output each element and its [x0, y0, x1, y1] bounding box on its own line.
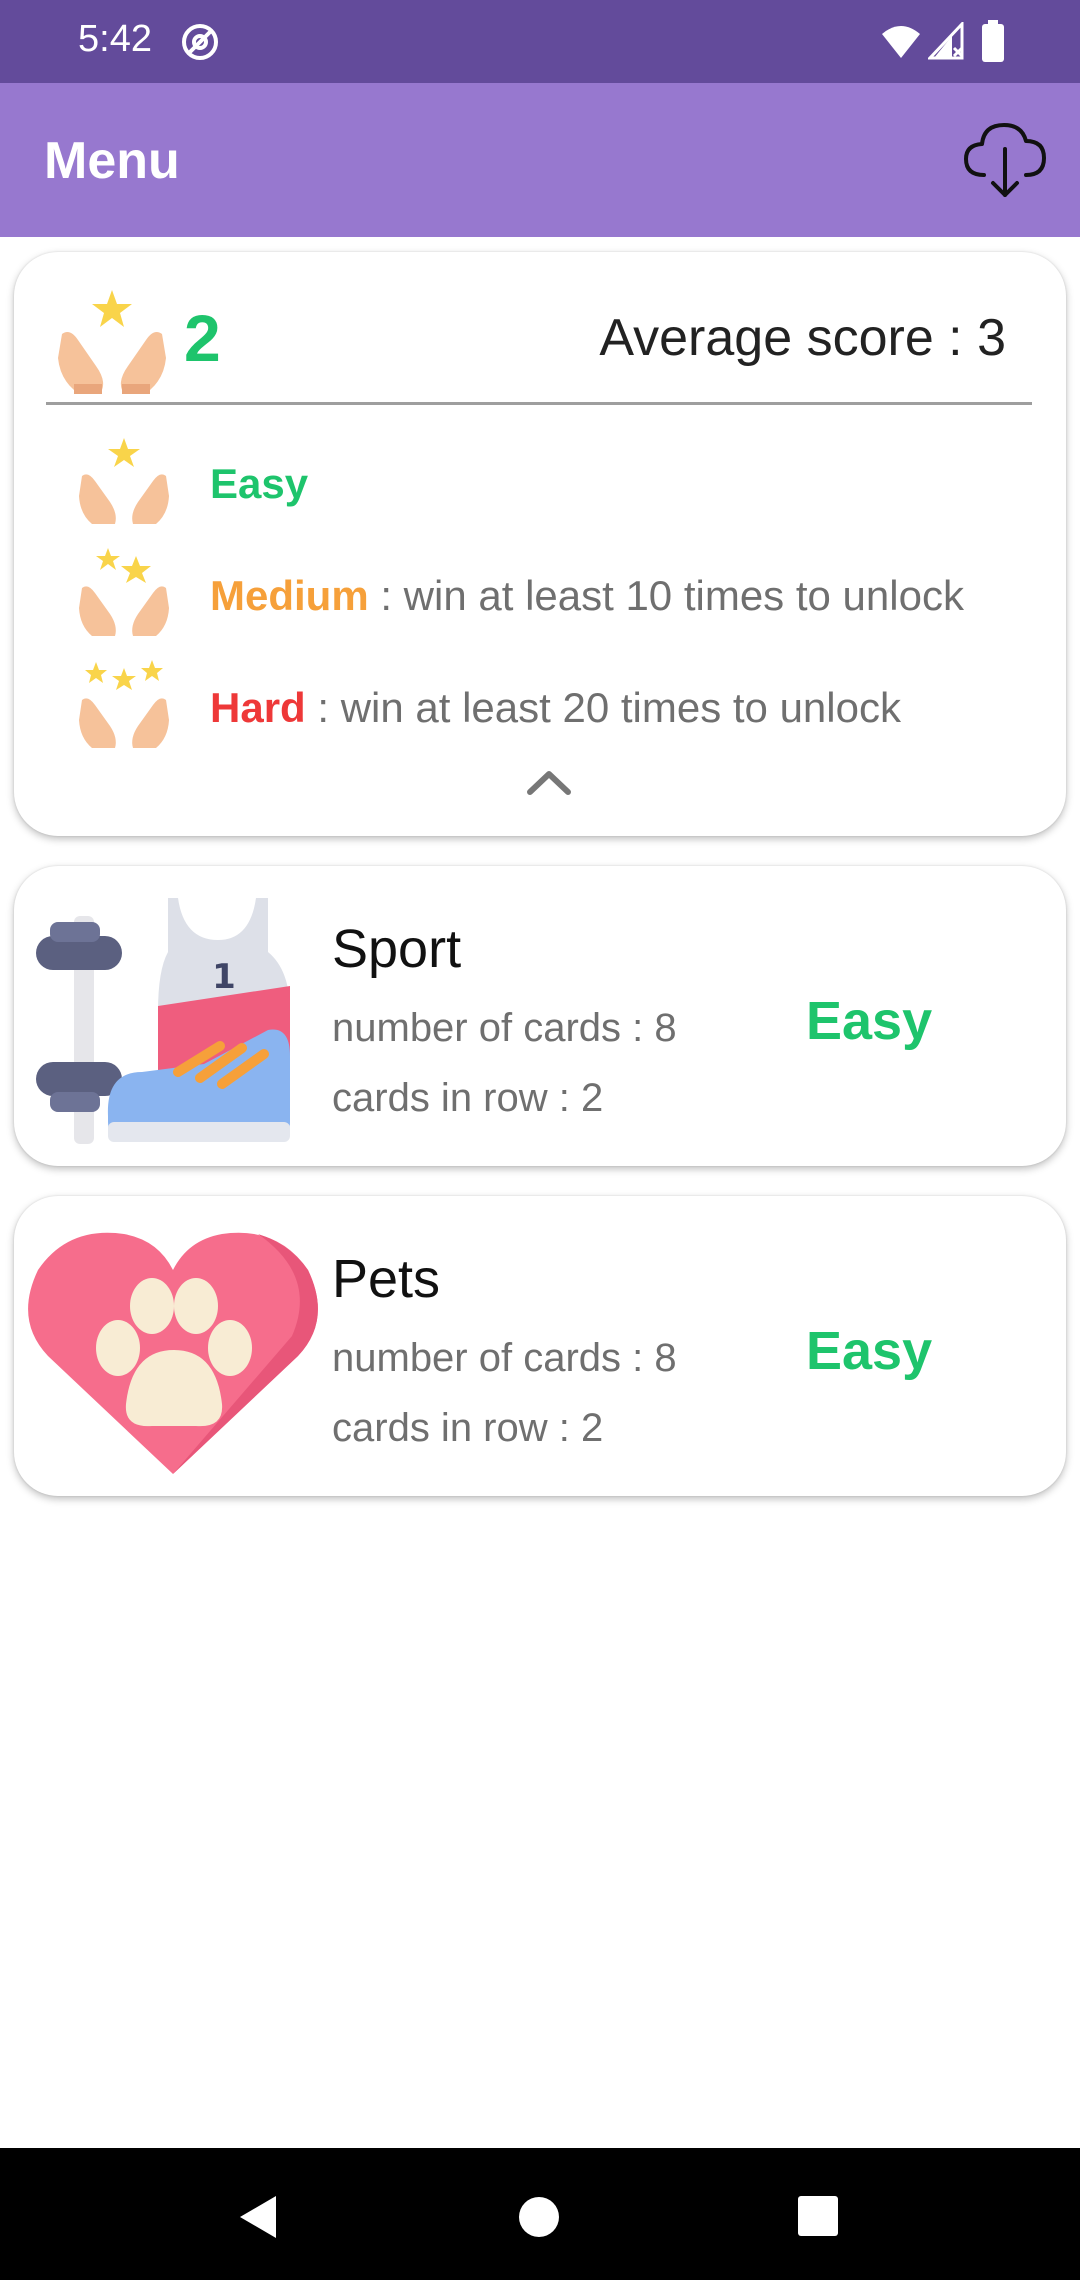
level-row-easy: Easy [74, 434, 1034, 534]
category-card-count: number of cards : 8 [332, 1006, 677, 1050]
back-icon[interactable] [236, 2192, 282, 2242]
level-hard-label: Hard [210, 684, 306, 731]
hands-three-stars-icon [79, 660, 169, 748]
sport-icon: 1 [36, 898, 290, 1144]
recents-icon[interactable] [798, 2196, 838, 2236]
stats-card: 2 Average score : 3 Easy Medium : win at… [14, 252, 1066, 836]
hands-star-icon [58, 290, 166, 394]
level-easy-label: Easy [210, 460, 309, 507]
divider [46, 402, 1032, 405]
app-title: Menu [44, 132, 180, 190]
level-hard-text: Hard : win at least 20 times to unlock [210, 684, 901, 732]
at-sign-icon [182, 24, 218, 60]
wifi-icon [882, 26, 920, 58]
wins-count: 2 [184, 301, 221, 375]
home-icon[interactable] [518, 2196, 560, 2238]
level-hard-suffix: : win at least 20 times to unlock [305, 684, 901, 731]
category-card-sport[interactable]: 1 Sport number of cards : 8 cards in row… [14, 866, 1066, 1166]
level-row-medium: Medium : win at least 10 times to unlock [74, 546, 1034, 646]
category-title: Pets [332, 1249, 441, 1309]
category-cards-in-row: cards in row : 2 [332, 1406, 604, 1450]
category-cards-in-row: cards in row : 2 [332, 1076, 604, 1120]
category-difficulty: Easy [806, 1321, 933, 1381]
status-bar: 5:42 [0, 0, 1080, 83]
level-medium-suffix: : win at least 10 times to unlock [368, 572, 964, 619]
svg-text:1: 1 [212, 957, 236, 997]
hands-one-star-icon [79, 438, 169, 524]
status-time: 5:42 [78, 18, 152, 60]
level-medium-text: Medium : win at least 10 times to unlock [210, 572, 964, 620]
signal-icon [928, 22, 964, 60]
chevron-up-icon[interactable] [524, 764, 574, 798]
category-difficulty: Easy [806, 991, 933, 1051]
category-title: Sport [332, 919, 462, 979]
category-card-pets[interactable]: Pets number of cards : 8 cards in row : … [14, 1196, 1066, 1496]
hands-two-stars-icon [79, 548, 169, 636]
app-bar: Menu [0, 83, 1080, 237]
navigation-bar [0, 2148, 1080, 2280]
paw-heart-icon [28, 1232, 318, 1474]
cloud-download-icon[interactable] [960, 113, 1050, 203]
battery-icon [982, 20, 1004, 62]
level-medium-label: Medium [210, 572, 369, 619]
level-row-hard: Hard : win at least 20 times to unlock [74, 658, 1034, 758]
level-easy-text: Easy [210, 460, 308, 508]
category-card-count: number of cards : 8 [332, 1336, 677, 1380]
average-score: Average score : 3 [599, 309, 1006, 367]
